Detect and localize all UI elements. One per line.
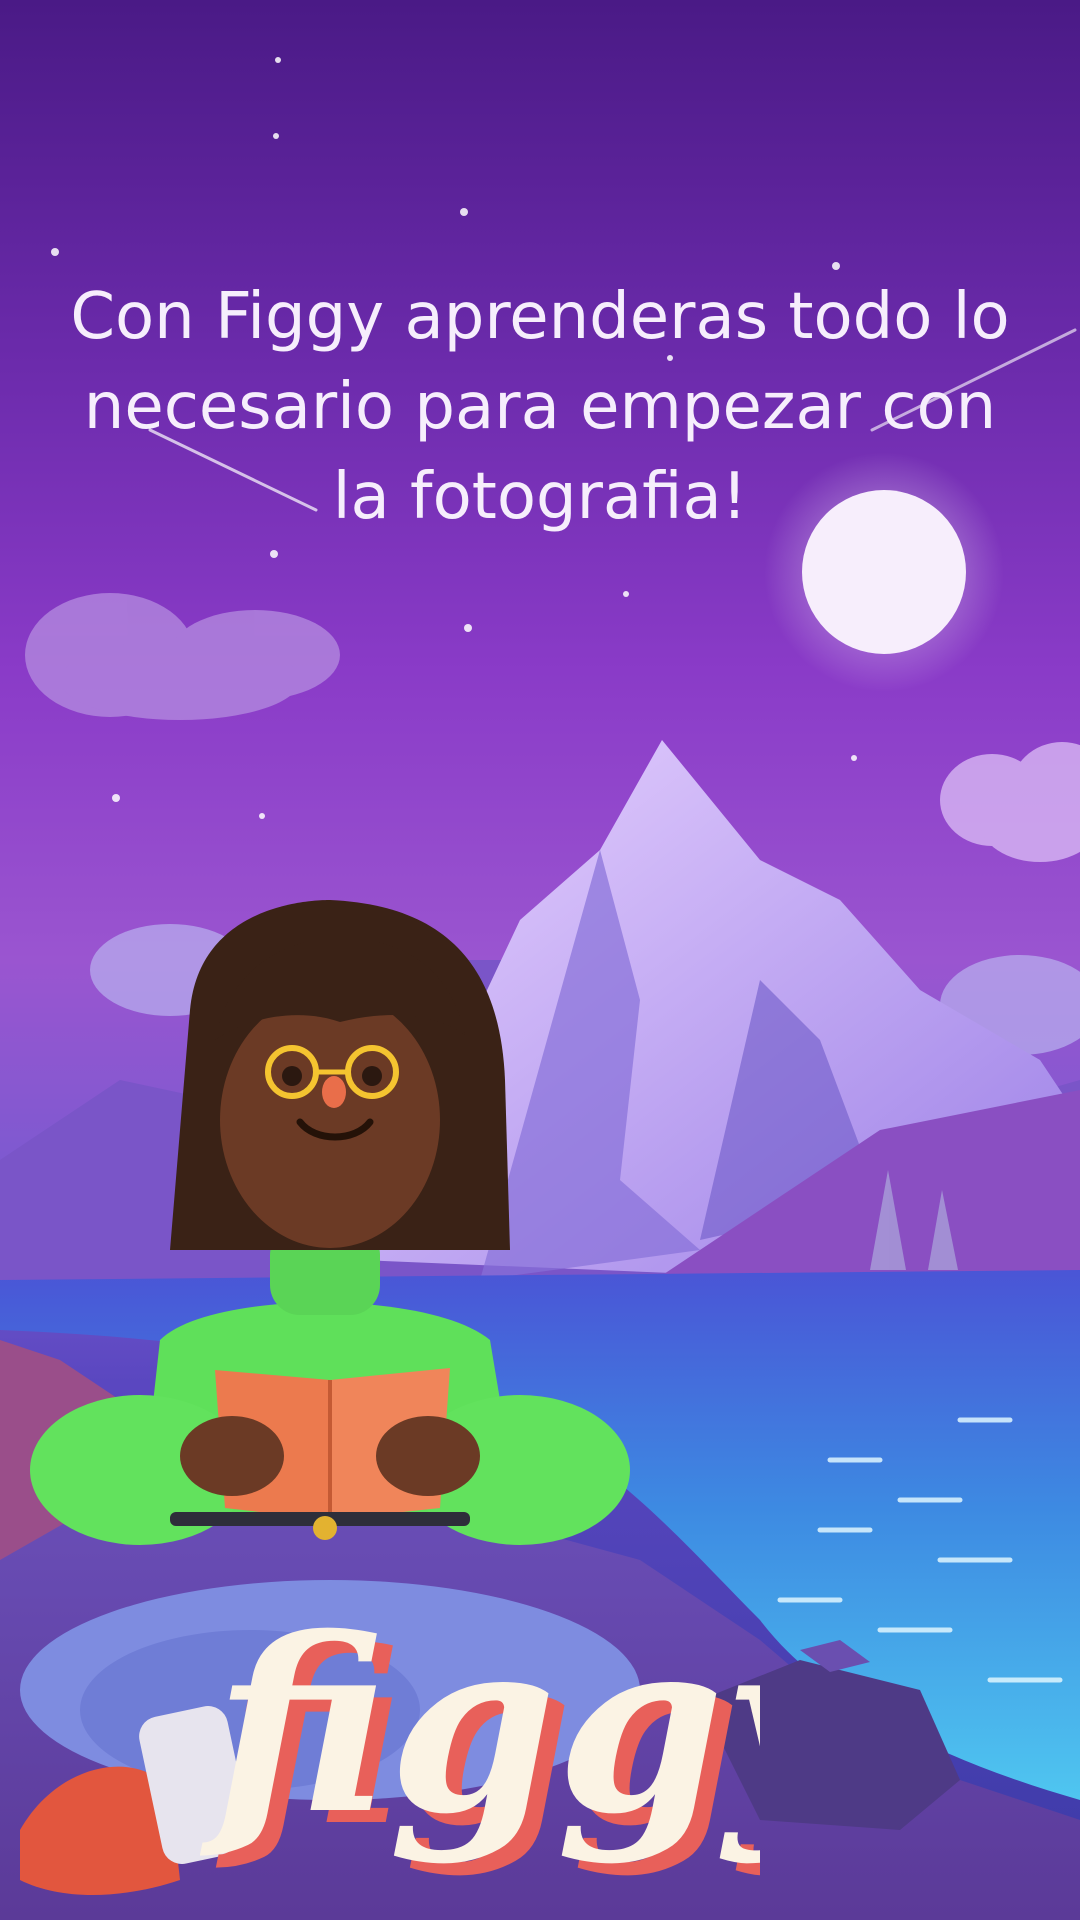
- cloud-right: [940, 742, 1080, 862]
- figgy-logo: figgy figgy: [200, 1585, 760, 1879]
- onboarding-headline: Con Figgy aprenderas todo lo necesario p…: [70, 280, 1010, 534]
- logo-text: figgy: [200, 1585, 760, 1867]
- cloud-left: [25, 593, 340, 720]
- onboarding-screen: Con Figgy aprenderas todo lo necesario p…: [0, 0, 1080, 1920]
